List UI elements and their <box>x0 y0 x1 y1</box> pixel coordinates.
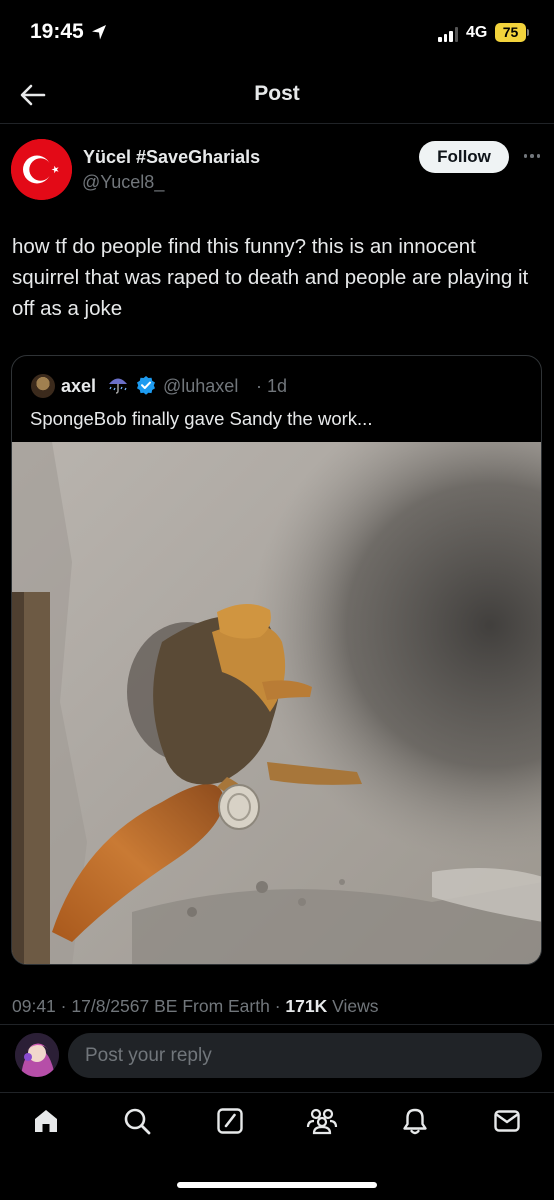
meta-separator: · <box>60 996 67 1016</box>
location-arrow-icon <box>92 25 106 40</box>
nav-border <box>0 1092 554 1093</box>
separator-dot: · <box>256 376 262 396</box>
views-label: Views <box>332 996 379 1016</box>
user-avatar[interactable] <box>15 1033 59 1077</box>
quote-media-image[interactable] <box>12 442 541 964</box>
communities-icon[interactable] <box>305 1104 339 1138</box>
post-meta: 09:41 · 17/8/2567 BE From Earth · 171K V… <box>12 996 379 1017</box>
battery-tip <box>527 29 529 36</box>
post-date: 17/8/2567 BE <box>71 996 178 1016</box>
umbrella-rain-icon <box>109 378 127 394</box>
network-type: 4G <box>466 24 488 41</box>
quoted-post[interactable]: axel @luhaxel · 1d SpongeBob finally gav… <box>11 355 542 965</box>
compose-icon[interactable] <box>213 1104 247 1138</box>
battery-indicator: 75 <box>495 23 526 42</box>
search-icon[interactable] <box>120 1104 154 1138</box>
author-avatar[interactable] <box>11 139 72 200</box>
status-bar: 19:45 4G 75 <box>0 0 554 66</box>
quote-timestamp: 1d <box>267 376 288 396</box>
quote-text: SpongeBob finally gave Sandy the work... <box>30 408 373 429</box>
more-options-icon[interactable] <box>518 143 546 169</box>
signal-icon <box>438 25 458 42</box>
post-source: From Earth <box>182 996 270 1016</box>
home-indicator[interactable] <box>177 1182 377 1188</box>
quote-author-handle[interactable]: @luhaxel <box>163 376 238 397</box>
quote-author-name[interactable]: axel <box>61 376 96 397</box>
divider <box>0 1024 554 1025</box>
status-time: 19:45 <box>30 20 84 43</box>
meta-separator: · <box>274 996 281 1016</box>
views-count[interactable]: 171K <box>285 996 327 1016</box>
post-time: 09:41 <box>12 996 56 1016</box>
post-text: how tf do people find this funny? this i… <box>12 235 529 320</box>
author-handle[interactable]: @Yucel8_ <box>82 172 164 193</box>
messages-icon[interactable] <box>490 1104 524 1138</box>
reply-input[interactable] <box>68 1033 542 1078</box>
verified-badge-icon <box>137 376 155 395</box>
quote-author-avatar[interactable] <box>31 374 55 398</box>
home-icon[interactable] <box>29 1104 63 1138</box>
page-title: Post <box>254 82 300 105</box>
post-header: Post <box>0 66 554 124</box>
turkish-flag-icon <box>11 139 72 200</box>
notifications-icon[interactable] <box>398 1104 432 1138</box>
follow-button[interactable]: Follow <box>419 141 509 173</box>
author-name[interactable]: Yücel #SaveGharials <box>83 147 260 168</box>
